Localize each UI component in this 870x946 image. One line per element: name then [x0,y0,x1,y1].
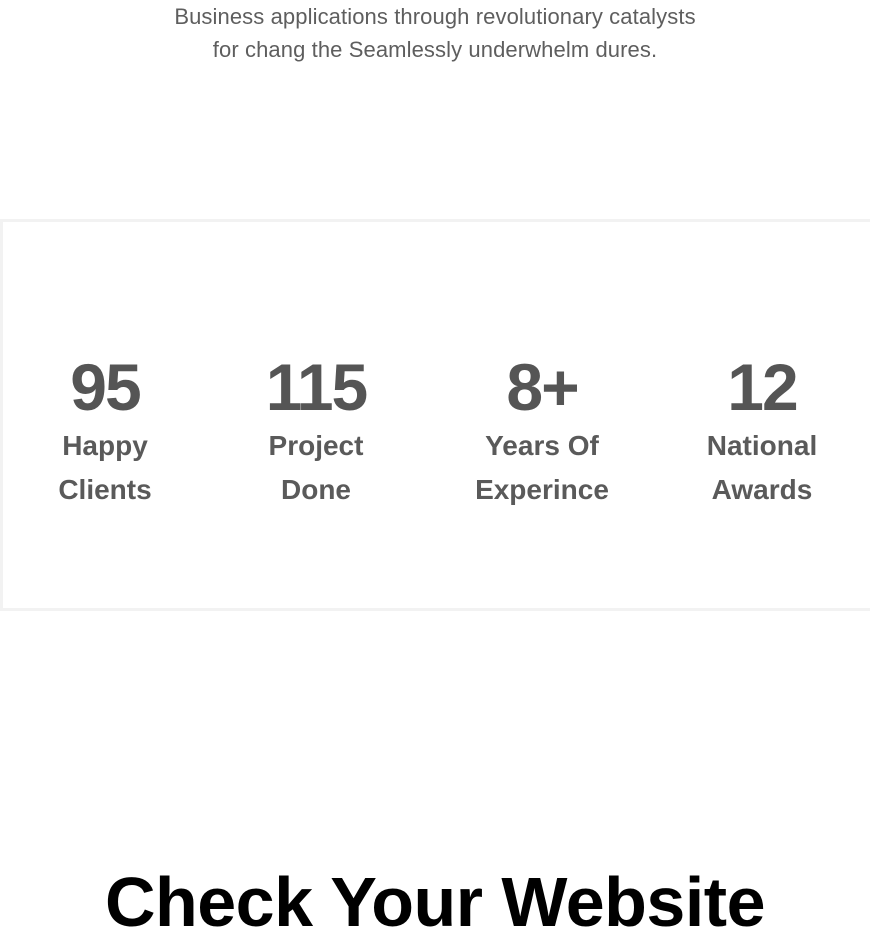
stat-label-line: Happy [62,430,148,461]
intro-text: Business applications through revolution… [0,0,870,66]
stat-project-done: 115 Project Done [206,350,426,512]
stat-label-line: National [706,430,818,461]
stat-label-line: Done [281,474,351,505]
section-title: Check Your Website [104,863,766,942]
stat-label-line: Clients [58,474,152,505]
stat-label: National Awards [652,424,870,512]
stat-label: Project Done [206,424,426,512]
stat-happy-clients: 95 Happy Clients [0,350,215,512]
stat-label-line: Awards [711,474,813,505]
stat-label: Happy Clients [0,424,215,512]
stat-national-awards: 12 National Awards [652,350,870,512]
stat-number: 8+ [506,350,579,424]
stats-panel: 95 Happy Clients 115 Project Done 8+ Yea… [0,219,870,611]
stat-label-line: Years Of [485,430,599,461]
intro-line-2: for chang the Seamlessly underwhelm dure… [212,37,658,62]
stat-number: 95 [70,350,141,424]
stat-label-line: Experince [475,474,609,505]
stat-number: 115 [265,350,368,424]
stat-years-experience: 8+ Years Of Experince [432,350,652,512]
stat-label: Years Of Experince [432,424,652,512]
stat-number: 12 [727,350,798,424]
intro-line-1: Business applications through revolution… [174,4,696,29]
stat-label-line: Project [268,430,364,461]
